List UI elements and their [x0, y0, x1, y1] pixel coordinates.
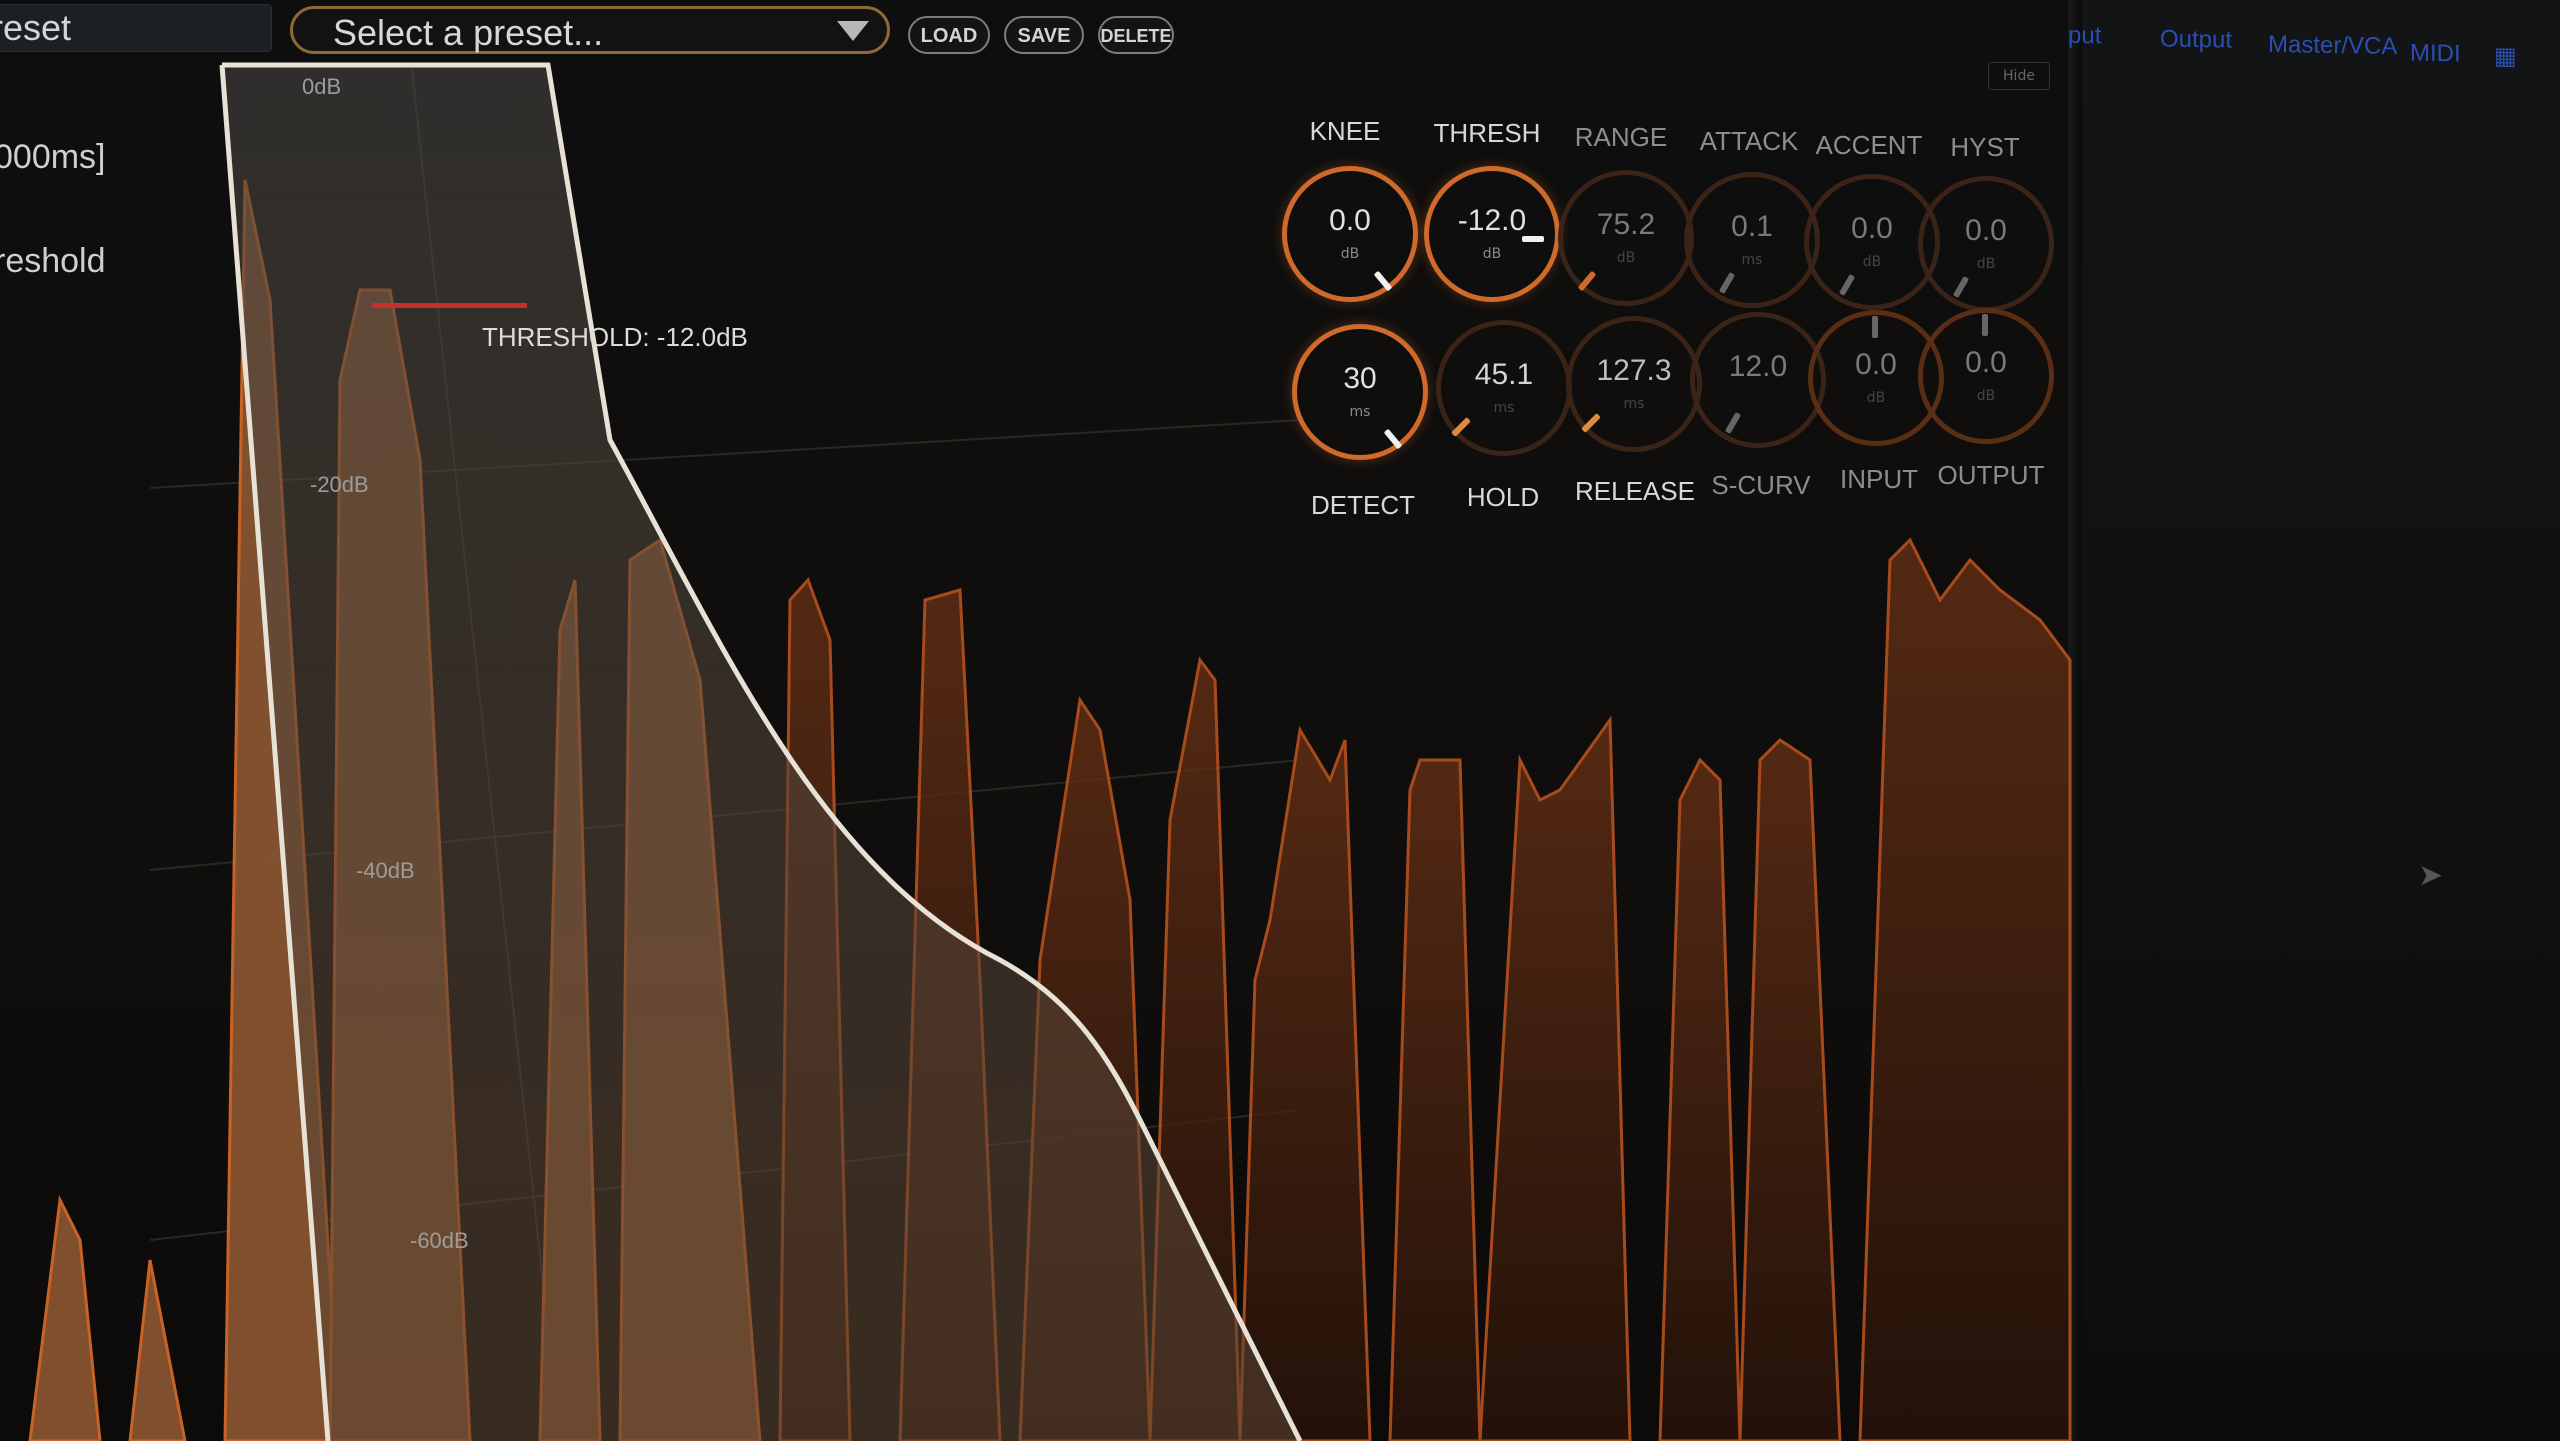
knob-label-thresh: THRESH	[1433, 118, 1541, 148]
output-unit: dB	[1976, 388, 1996, 404]
knee-unit: dB	[1340, 246, 1360, 262]
knob-pointer	[1982, 314, 1988, 336]
range-value: 75.2	[1596, 208, 1656, 241]
hold-value: 45.1	[1474, 358, 1534, 391]
knee-knob[interactable]: 0.0 dB	[1282, 166, 1422, 306]
detect-value: 30	[1343, 362, 1377, 395]
release-knob[interactable]: 127.3 ms	[1566, 316, 1706, 456]
threshold-marker[interactable]	[372, 303, 527, 308]
range-unit: dB	[1616, 250, 1636, 266]
tab-output[interactable]: Output	[2160, 25, 2232, 54]
thresh-knob[interactable]: -12.0 dB	[1424, 166, 1564, 306]
screen: put Output Master/VCA MIDI ▦ Hide ➤ rese…	[0, 0, 2560, 1441]
hyst-value: 0.0	[1965, 214, 2007, 247]
detect-unit: ms	[1349, 404, 1371, 420]
output-knob[interactable]: 0.0 dB	[1918, 308, 2058, 448]
knob-pointer	[1872, 316, 1878, 338]
range-knob[interactable]: 75.2 dB	[1558, 170, 1698, 310]
knob-label-hyst: HYST	[1950, 132, 2020, 162]
hold-unit: ms	[1493, 400, 1515, 416]
host-side-panel	[2082, 0, 2560, 1441]
attack-value: 0.1	[1731, 210, 1773, 243]
output-value: 0.0	[1965, 346, 2007, 379]
hold-knob[interactable]: 45.1 ms	[1436, 320, 1576, 460]
knob-label-knee: KNEE	[1309, 116, 1381, 146]
release-unit: ms	[1623, 396, 1645, 412]
attack-unit: ms	[1741, 252, 1763, 268]
hyst-knob[interactable]: 0.0 dB	[1918, 176, 2058, 316]
db-label-0: 0dB	[302, 74, 341, 99]
knee-value: 0.0	[1329, 204, 1371, 237]
knob-pointer	[1522, 236, 1544, 242]
tab-master-vca[interactable]: Master/VCA	[2268, 31, 2397, 61]
hyst-unit: dB	[1976, 256, 1996, 272]
grid-icon[interactable]: ▦	[2494, 42, 2517, 71]
gate-curve-area	[222, 65, 1300, 1441]
threshold-readout: THRESHOLD: -12.0dB	[482, 322, 748, 352]
release-value: 127.3	[1596, 354, 1672, 387]
mouse-cursor-icon: ➤	[2418, 858, 2444, 893]
s-curve-value: 12.0	[1728, 350, 1788, 383]
attack-knob[interactable]: 0.1 ms	[1684, 172, 1824, 312]
db-label-20: -20dB	[310, 472, 369, 497]
knob-label-hold: HOLD	[1466, 482, 1540, 512]
db-label-60: -60dB	[410, 1228, 469, 1253]
thresh-unit: dB	[1482, 246, 1502, 262]
knob-label-detect: DETECT	[1311, 490, 1415, 520]
detect-knob[interactable]: 30 ms	[1292, 324, 1432, 464]
tab-midi[interactable]: MIDI	[2410, 40, 2461, 69]
knob-label-output: OUTPUT	[1937, 460, 2045, 490]
thresh-value: -12.0	[1457, 204, 1527, 237]
db-label-40: -40dB	[356, 858, 415, 883]
